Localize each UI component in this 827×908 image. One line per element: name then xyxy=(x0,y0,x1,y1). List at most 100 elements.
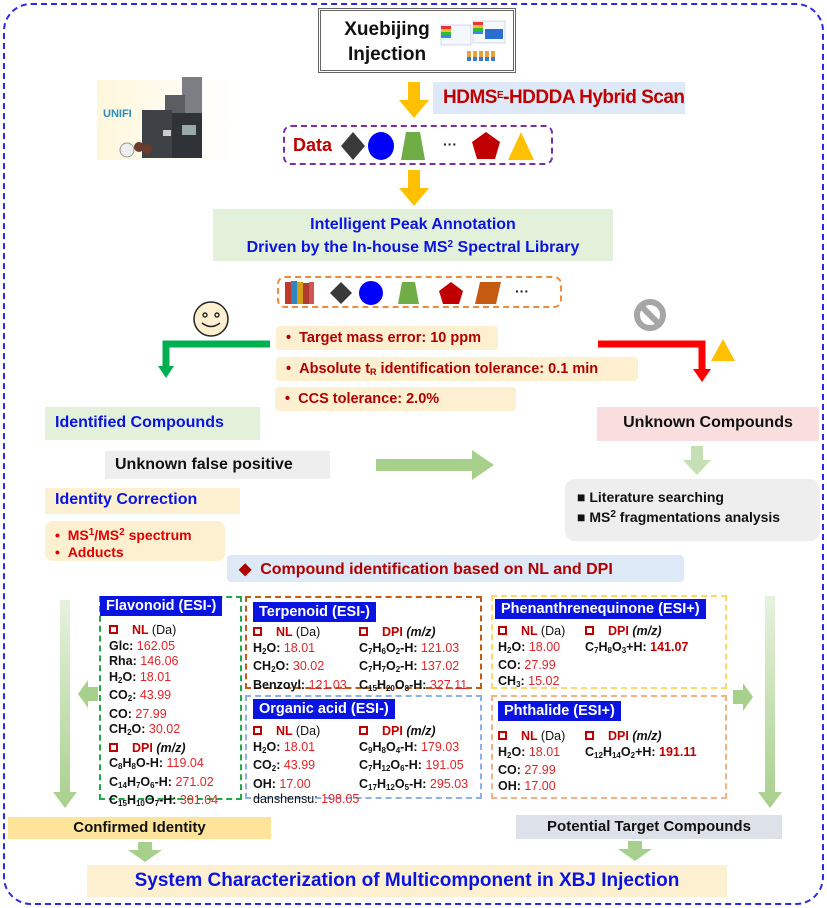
nl-row: OH: 17.00 xyxy=(253,776,311,791)
scan-mode-label: HDMSE-HDDDA Hybrid Scan xyxy=(443,87,685,108)
data-label: Data xyxy=(293,135,333,155)
nl-row: H2O: 18.01 xyxy=(109,669,172,685)
panel-title: Flavonoid (ESI-) xyxy=(100,596,223,616)
nl-row: Glc: 162.05 xyxy=(109,638,176,653)
dpi-header: DPI (m/z) xyxy=(359,625,467,641)
down-arrow-icon xyxy=(128,842,162,862)
diamond-shape-icon xyxy=(330,282,352,304)
panel-nl-column: NL (Da) H2O: 18.01 CO2: 43.99 OH: 17.00 … xyxy=(253,724,359,808)
panel-dpi-column: DPI (m/z) C12H14O2+H: 191.11 xyxy=(585,729,697,763)
nl-row: danshensu: 198.05 xyxy=(253,792,360,806)
checkbox-square-icon xyxy=(498,731,507,740)
diamond-shape-icon xyxy=(341,132,365,160)
dpi-row: C8H8O-H: 119.04 xyxy=(109,756,204,771)
criterion-retention-time: • Absolute tR identification tolerance: … xyxy=(276,357,638,381)
checkbox-square-icon xyxy=(253,726,262,735)
triangle-shape-icon xyxy=(508,132,534,160)
title-text: Xuebijing Injection xyxy=(337,17,437,67)
nl-header: NL (Da) xyxy=(498,624,565,640)
confirmed-identity-box: Confirmed Identity xyxy=(8,817,271,839)
library-shapes-box: ··· xyxy=(277,276,562,308)
correction-item-adducts: • Adducts xyxy=(55,544,124,560)
dpi-header: DPI (m/z) xyxy=(359,724,468,740)
panel-dpi-column: DPI (m/z) C9H8O4-H: 179.03 C7H12O6-H: 19… xyxy=(359,724,468,795)
nl-row: CH2O: 30.02 xyxy=(109,722,181,737)
potential-targets-box: Potential Target Compounds xyxy=(516,815,782,839)
dpi-row: C12H14O2+H: 191.11 xyxy=(585,744,697,760)
title-line1: Xuebijing xyxy=(344,19,430,40)
panel-nl-column: NL (Da) H2O: 18.01 CO: 27.99 OH: 17.00 xyxy=(498,729,565,794)
checkbox-square-icon xyxy=(253,627,262,636)
panel-dpi-column: DPI (m/z) C7H6O2-H: 121.03 C7H7O2-H: 137… xyxy=(359,625,467,696)
annotation-line2: Driven by the In-house MS2 Spectral Libr… xyxy=(246,239,580,256)
nl-row: H2O: 18.01 xyxy=(498,744,561,760)
circle-shape-icon xyxy=(368,132,394,160)
nl-row: H2O: 18.01 xyxy=(253,640,316,656)
criterion-ccs: • CCS tolerance: 2.0% xyxy=(275,387,516,411)
dpi-row: C14H7O6-H: 271.02 xyxy=(109,774,214,790)
down-arrow-icon xyxy=(399,82,429,118)
panel-title: Organic acid (ESI-) xyxy=(253,699,395,719)
title-line2: Injection xyxy=(347,44,427,65)
nl-row: H2O: 18.01 xyxy=(253,739,316,755)
identified-compounds-box: Identified Compounds xyxy=(45,407,260,440)
checkbox-square-icon xyxy=(109,742,118,752)
nl-row: CO: 27.99 xyxy=(109,706,167,721)
nl-header: NL (Da) xyxy=(109,623,218,639)
dpi-header: DPI (m/z) xyxy=(109,741,218,757)
dpi-row: C17H12O5-H: 295.03 xyxy=(359,776,469,792)
annotation-box: Intelligent Peak Annotation Driven by th… xyxy=(213,209,613,261)
triangle-shape-icon xyxy=(711,339,735,361)
method-literature: ■ Literature searching xyxy=(577,489,724,505)
right-arrow-icon xyxy=(733,683,753,711)
dpi-row: C7H8O3+H: 141.07 xyxy=(585,639,689,655)
panel-nl-column: NL (Da) H2O: 18.00 CO: 27.99 CH3: 15.02 xyxy=(498,624,565,692)
trapezoid-shape-icon xyxy=(398,282,419,304)
nl-row: CH2O: 30.02 xyxy=(253,659,325,674)
down-arrow-icon xyxy=(683,446,711,475)
nl-row: Benzoyl: 121.03 xyxy=(253,677,347,692)
smiley-icon xyxy=(193,301,229,337)
nl-row: OH: 17.00 xyxy=(498,778,556,793)
panel-terpenoid: Terpenoid (ESI-) NL (Da) H2O: 18.01 CH2O… xyxy=(245,596,482,693)
pentagon-shape-icon xyxy=(439,282,463,304)
panel-title: Phenanthrenequinone (ESI+) xyxy=(495,599,706,619)
nl-header: NL (Da) xyxy=(253,625,347,641)
no-entry-icon xyxy=(634,299,666,331)
unknown-false-positive-box: Unknown false positive xyxy=(105,451,330,479)
right-arrow-icon xyxy=(376,450,494,480)
nl-row: CO2: 43.99 xyxy=(109,688,172,703)
checkbox-square-icon xyxy=(585,731,594,740)
nl-row: CO: 27.99 xyxy=(498,658,556,672)
trapezoid-shape-icon xyxy=(401,132,425,160)
panel-nl-column: NL (Da) H2O: 18.01 CH2O: 30.02 Benzoyl: … xyxy=(253,625,347,693)
left-arrow-icon xyxy=(78,680,98,708)
mass-spectrometer-image: UNIFI xyxy=(97,77,235,160)
panel-title: Phthalide (ESI+) xyxy=(498,701,621,721)
nl-row: CO2: 43.99 xyxy=(253,758,316,773)
correction-item-spectrum: • MS1/MS2 spectrum xyxy=(55,527,192,543)
panel-title: Terpenoid (ESI-) xyxy=(253,602,376,622)
parallelogram-shape-icon xyxy=(475,282,501,304)
dpi-row: C7H7O2-H: 137.02 xyxy=(359,659,460,674)
circle-shape-icon xyxy=(359,281,383,305)
panel-dpi-column: DPI (m/z) C7H8O3+H: 141.07 xyxy=(585,624,688,658)
dpi-header: DPI (m/z) xyxy=(585,624,688,640)
ellipsis: ··· xyxy=(515,283,529,299)
title-box: Xuebijing Injection xyxy=(318,8,516,73)
checkbox-square-icon xyxy=(359,627,368,636)
nl-row: H2O: 18.00 xyxy=(498,639,561,655)
long-down-arrow-right xyxy=(758,596,782,808)
unknown-methods-box: ■ Literature searching ■ MS2 fragmentati… xyxy=(565,479,820,541)
final-result-box: System Characterization of Multicomponen… xyxy=(87,865,727,897)
identity-correction-box: Identity Correction xyxy=(45,488,240,514)
long-down-arrow-left xyxy=(53,600,77,808)
nl-header: NL (Da) xyxy=(253,724,359,740)
nl-header: NL (Da) xyxy=(498,729,565,745)
checkbox-square-icon xyxy=(585,626,594,635)
data-shapes-box: Data ··· xyxy=(283,125,553,165)
unifi-logo: UNIFI xyxy=(103,108,132,120)
dpi-row: C7H6O2-H: 121.03 xyxy=(359,640,460,656)
dpi-row: C15H20O8-H: 327.11 xyxy=(359,677,468,693)
nl-row: CO: 27.99 xyxy=(498,763,556,777)
